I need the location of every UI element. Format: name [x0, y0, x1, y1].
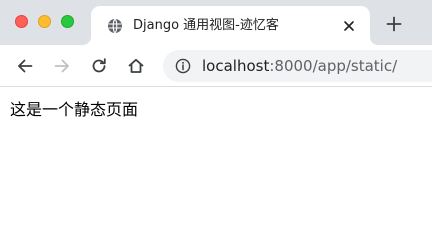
new-tab-plus-icon[interactable] — [386, 16, 402, 32]
active-tab[interactable]: Django 通用视图-迹忆客 — [91, 6, 370, 45]
page-content: 这是一个静态页面 — [0, 88, 432, 217]
address-url: localhost:8000/app/static/ — [202, 57, 397, 75]
info-icon[interactable] — [175, 58, 191, 74]
home-icon[interactable] — [126, 56, 146, 76]
arrow-left-icon[interactable] — [15, 56, 35, 76]
window-maximize-button[interactable] — [61, 15, 74, 28]
url-path: :8000/app/static/ — [269, 57, 398, 75]
tab-strip: Django 通用视图-迹忆客 — [0, 0, 432, 45]
close-icon[interactable] — [342, 19, 356, 33]
browser-window: Django 通用视图-迹忆客 localhost:8000/app/stati… — [0, 0, 432, 217]
tab-title: Django 通用视图-迹忆客 — [133, 18, 279, 33]
window-minimize-button[interactable] — [38, 15, 51, 28]
window-close-button[interactable] — [15, 15, 28, 28]
browser-toolbar: localhost:8000/app/static/ — [0, 45, 432, 87]
address-bar[interactable]: localhost:8000/app/static/ — [163, 50, 432, 82]
url-host: localhost — [202, 57, 270, 75]
arrow-right-icon[interactable] — [52, 56, 72, 76]
page-body-text: 这是一个静态页面 — [10, 100, 139, 119]
globe-icon — [108, 18, 122, 34]
reload-icon[interactable] — [89, 56, 109, 76]
